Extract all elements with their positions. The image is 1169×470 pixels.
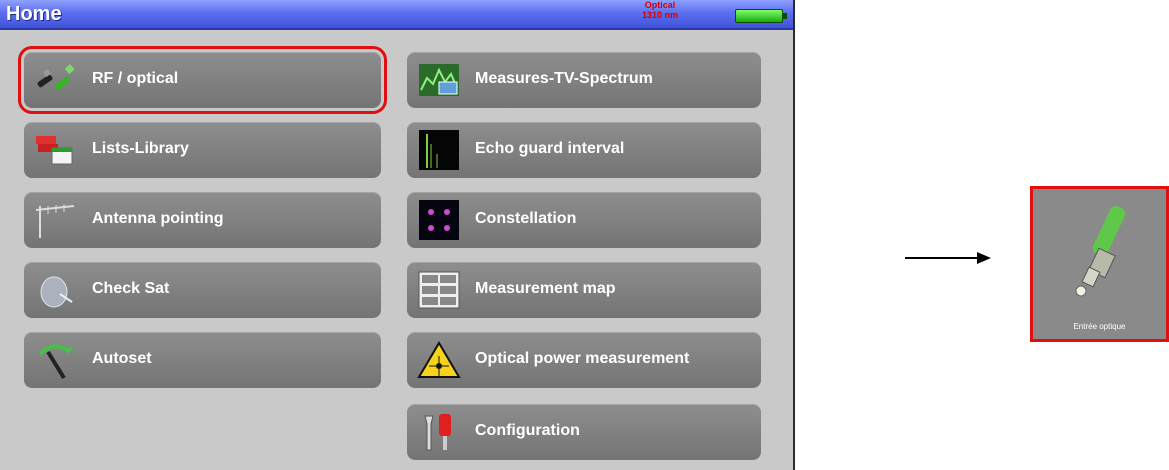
arrow-right-icon — [905, 252, 991, 264]
battery-icon — [735, 9, 787, 23]
page-title: Home — [6, 3, 62, 25]
title-bar: Home Optical 1310 nm — [0, 0, 793, 30]
satellite-dish-icon — [40, 276, 73, 308]
measurement-map-button[interactable]: Measurement map — [407, 262, 761, 318]
tv-spectrum-icon — [419, 64, 459, 96]
fiber-connector-icon — [1075, 206, 1126, 297]
device-screen: Home Optical 1310 nm RF / optical Lists-… — [0, 0, 795, 470]
rf-optical-label: RF / optical — [92, 70, 179, 87]
rf-optical-button[interactable]: RF / optical — [18, 46, 387, 114]
check-sat-label: Check Sat — [92, 280, 170, 297]
wrench-icon — [424, 414, 451, 451]
echo-guard-interval-button[interactable]: Echo guard interval — [407, 122, 761, 178]
laser-warning-icon — [417, 341, 461, 378]
echo-icon — [419, 130, 459, 170]
constellation-button[interactable]: Constellation — [407, 192, 761, 248]
configuration-button[interactable]: Configuration — [407, 404, 761, 460]
library-icon — [36, 136, 73, 165]
autoset-icon — [38, 344, 74, 380]
lists-library-button[interactable]: Lists-Library — [24, 122, 381, 178]
optical-input-callout: Entrée optique — [1030, 186, 1169, 342]
autoset-label: Autoset — [92, 350, 152, 367]
lists-library-label: Lists-Library — [92, 140, 189, 157]
status-line-1: Optical — [644, 0, 676, 10]
fiber-connector-icon — [37, 64, 75, 91]
measures-tv-spectrum-button[interactable]: Measures-TV-Spectrum — [407, 52, 761, 108]
optical-status: Optical 1310 nm — [630, 0, 690, 20]
measurement-map-label: Measurement map — [475, 280, 616, 297]
antenna-pointing-button[interactable]: Antenna pointing — [24, 192, 381, 248]
constellation-label: Constellation — [475, 210, 577, 227]
optical-power-measurement-button[interactable]: Optical power measurement — [407, 332, 761, 388]
antenna-pointing-label: Antenna pointing — [92, 210, 224, 227]
check-sat-button[interactable]: Check Sat — [24, 262, 381, 318]
status-line-2: 1310 nm — [641, 10, 679, 20]
callout-caption: Entrée optique — [1073, 322, 1126, 331]
optical-power-measurement-label: Optical power measurement — [475, 350, 690, 367]
autoset-button[interactable]: Autoset — [24, 332, 381, 388]
measurement-map-icon — [418, 271, 460, 309]
antenna-icon — [35, 204, 75, 238]
configuration-label: Configuration — [475, 422, 580, 439]
measures-tv-spectrum-label: Measures-TV-Spectrum — [475, 70, 653, 87]
constellation-icon — [419, 200, 459, 240]
echo-guard-interval-label: Echo guard interval — [475, 140, 625, 157]
